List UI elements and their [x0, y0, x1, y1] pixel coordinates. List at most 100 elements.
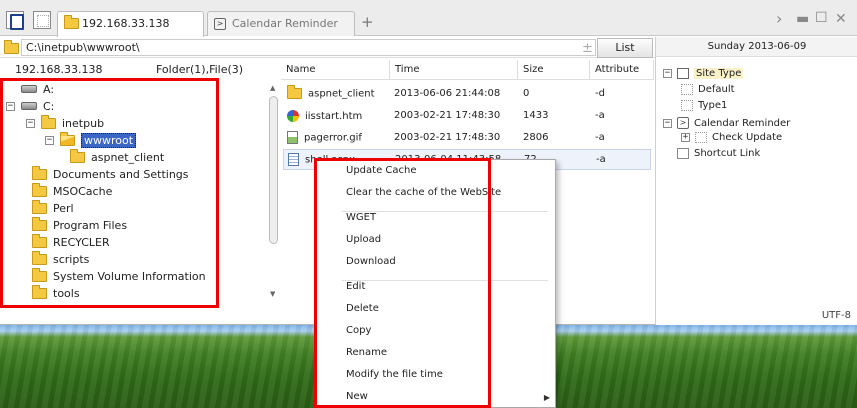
menu-item[interactable]: Copy	[346, 325, 371, 336]
bookmark-plus-icon[interactable]: ±	[582, 41, 593, 56]
site-tree-item[interactable]: − Site Type	[663, 68, 744, 79]
file-size-text: 2806	[523, 132, 549, 143]
path-text: C:\inetpub\wwwroot\	[26, 41, 140, 54]
tree-item[interactable]: Documents and Settings	[26, 165, 189, 182]
collapse-toggle-icon[interactable]: +	[681, 133, 690, 142]
new-tab-plus-icon[interactable]: +	[361, 13, 374, 31]
scroll-up-icon[interactable]: ▲	[270, 84, 275, 92]
collapse-toggle-icon[interactable]: −	[45, 135, 54, 145]
panel-toggle-icon[interactable]	[6, 11, 24, 30]
item-icon	[695, 132, 707, 143]
menu-item[interactable]: Download	[346, 256, 396, 267]
maximize-icon[interactable]: ☐	[815, 10, 828, 26]
collapse-toggle-icon[interactable]: −	[663, 118, 672, 128]
tree-item-label: inetpub	[62, 116, 105, 130]
file-name-text: aspnet_client	[308, 88, 375, 100]
menu-item[interactable]: Edit	[346, 281, 365, 292]
folder-icon	[32, 216, 47, 231]
folder-icon	[32, 233, 47, 248]
header-divider	[281, 79, 654, 80]
tab-bar: 192.168.33.138 > Calendar Reminder + › ▬…	[0, 0, 857, 37]
encoding-label[interactable]: UTF-8	[822, 310, 851, 321]
collapse-toggle-icon[interactable]: −	[26, 118, 35, 128]
site-tree-item[interactable]: Shortcut Link	[663, 148, 760, 159]
site-type-icon	[677, 68, 689, 79]
file-row[interactable]: iisstart.htm 2003-02-21 17:48:30 1433 -a	[283, 105, 651, 126]
folder-icon	[287, 84, 302, 99]
site-tree-label: Calendar Reminder	[694, 117, 791, 129]
site-tree-item[interactable]: Default	[681, 84, 735, 95]
menu-item[interactable]: WGET	[346, 212, 376, 223]
menu-item[interactable]: New	[346, 391, 368, 402]
chevron-right-icon[interactable]: ›	[776, 9, 782, 28]
tree-item[interactable]: − wwwroot	[45, 131, 137, 148]
menu-item[interactable]: Upload	[346, 234, 381, 245]
folder-icon	[4, 40, 19, 54]
tree-item[interactable]: Program Files	[26, 216, 127, 233]
document-icon	[288, 153, 299, 166]
file-name-text: iisstart.htm	[305, 110, 363, 122]
tree-item[interactable]: A:	[6, 81, 54, 97]
address-bar: C:\inetpub\wwwroot\ ± ⌵	[0, 37, 655, 58]
tree-item-label: MSOCache	[53, 184, 113, 198]
tree-item[interactable]: − inetpub	[26, 114, 105, 131]
tree-item-label: tools	[53, 286, 80, 300]
tree-item[interactable]: MSOCache	[26, 182, 113, 199]
tab-calendar-reminder[interactable]: > Calendar Reminder	[207, 11, 355, 36]
tree-item[interactable]: System Volume Information	[26, 267, 206, 284]
tree-item[interactable]: aspnet_client	[64, 148, 164, 165]
file-row[interactable]: pagerror.gif 2003-02-21 17:48:30 2806 -a	[283, 127, 651, 148]
file-time: 2003-02-21 17:48:30	[394, 132, 500, 143]
file-attribute-text: -a	[595, 110, 605, 121]
file-size: 2806	[523, 132, 548, 143]
tree-item[interactable]: scripts	[26, 250, 90, 267]
collapse-toggle-icon[interactable]: −	[663, 69, 672, 78]
file-attribute-text: -d	[595, 88, 605, 99]
folder-icon	[70, 148, 85, 163]
tree-item[interactable]: − C:	[6, 98, 54, 114]
column-header-time[interactable]: Time	[390, 60, 518, 80]
scroll-thumb[interactable]	[269, 96, 278, 244]
tree-item[interactable]: RECYCLER	[26, 233, 110, 250]
folder-icon	[32, 250, 47, 265]
menu-item[interactable]: Modify the file time	[346, 369, 443, 380]
tree-item-label: C:	[43, 99, 55, 113]
tree-scrollbar[interactable]: ▲ ▼	[268, 82, 278, 302]
site-tree-item[interactable]: + Check Update	[681, 132, 782, 143]
file-attribute: -d	[595, 88, 605, 99]
menu-item[interactable]: Clear the cache of the WebSite	[346, 187, 501, 198]
tree-item[interactable]: tools	[26, 284, 80, 301]
file-name-text: pagerror.gif	[304, 132, 362, 144]
file-time-text: 2003-02-21 17:48:30	[394, 110, 501, 121]
drive-icon	[21, 102, 37, 110]
site-tree-item[interactable]: − > Calendar Reminder	[663, 117, 790, 129]
tree-item-label: A:	[43, 82, 55, 96]
file-time-text: 2003-02-21 17:48:30	[394, 132, 501, 143]
blank-page-icon[interactable]	[33, 11, 51, 29]
file-size: 0	[523, 88, 529, 99]
file-time-text: 2013-06-06 21:44:08	[394, 88, 501, 99]
file-size-text: 1433	[523, 110, 549, 121]
tab-host[interactable]: 192.168.33.138	[57, 11, 204, 37]
tree-item-label: Documents and Settings	[53, 167, 189, 181]
tree-item-label: scripts	[53, 252, 90, 266]
file-attribute: -a	[595, 132, 605, 143]
close-icon[interactable]: ✕	[835, 11, 847, 27]
site-tree-label: Type1	[698, 100, 728, 111]
menu-item[interactable]: Update Cache	[346, 165, 417, 176]
list-button[interactable]: List	[597, 38, 653, 58]
tree-item-label: wwwroot	[81, 132, 137, 148]
minimize-icon[interactable]: ▬	[796, 11, 809, 27]
site-tree-item[interactable]: Type1	[681, 100, 727, 111]
tree-item[interactable]: Perl	[26, 199, 74, 216]
collapse-toggle-icon[interactable]: −	[6, 101, 15, 111]
column-header-attribute[interactable]: Attribute	[590, 60, 654, 80]
column-header-size[interactable]: Size	[518, 60, 590, 80]
column-header-name[interactable]: Name	[281, 60, 390, 80]
file-row[interactable]: aspnet_client 2013-06-06 21:44:08 0 -d	[283, 83, 651, 104]
folder-icon	[41, 114, 56, 129]
menu-item[interactable]: Rename	[346, 347, 387, 358]
path-input[interactable]: C:\inetpub\wwwroot\ ± ⌵	[21, 39, 609, 56]
scroll-down-icon[interactable]: ▼	[270, 290, 275, 298]
menu-item[interactable]: Delete	[346, 303, 379, 314]
